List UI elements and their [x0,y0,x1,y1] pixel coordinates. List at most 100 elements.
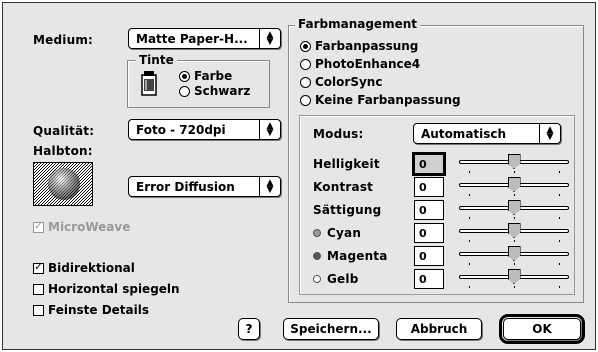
modus-value: Automatisch [421,126,507,141]
cancel-button-label: Abbruch [410,322,468,336]
modus-popup[interactable]: Automatisch ▲ ▼ [413,123,561,144]
slider-tick [514,217,515,219]
qualitaet-value: Foto - 720dpi [136,122,226,137]
slider-label-text: Helligkeit [313,157,380,171]
ok-button[interactable]: OK [499,314,585,344]
farb-option-label: ColorSync [315,75,383,89]
qualitaet-popup[interactable]: Foto - 720dpi ▲ ▼ [128,119,281,140]
slider-tick [559,240,560,242]
halbton-popup[interactable]: Error Diffusion ▲ ▼ [128,176,281,197]
ok-button-label: OK [532,322,552,336]
slider-label: Magenta [313,249,388,263]
radio-icon [300,76,311,88]
slider-thumb[interactable] [507,200,521,215]
option-checkbox-1[interactable]: Horizontal spiegeln [33,282,180,296]
slider-tick [469,263,470,265]
farbmanagement-title: Farbmanagement [295,17,420,31]
save-button[interactable]: Speichern... [283,318,379,340]
farb-radio-2[interactable]: ColorSync [300,75,382,89]
slider-tick [559,263,560,265]
medium-popup[interactable]: Matte Paper-H... ▲ ▼ [128,28,281,49]
slider-tick [514,286,515,288]
slider-tick [469,217,470,219]
slider-value-field[interactable]: 0 [414,223,444,243]
adjustment-slider[interactable] [459,245,569,267]
checkbox-icon: ✓ [33,262,44,274]
microweave-label: MicroWeave [48,220,131,234]
slider-value-field[interactable]: 0 [414,177,444,197]
checkbox-label: Feinste Details [48,303,150,317]
slider-tick [559,217,560,219]
adjustment-slider[interactable] [459,153,569,175]
adjustment-slider[interactable] [459,199,569,221]
slider-value-field[interactable]: 0 [414,246,444,266]
slider-label-text: Cyan [327,226,362,240]
slider-thumb[interactable] [507,223,521,238]
slider-tick [469,194,470,196]
slider-label: Cyan [313,226,361,240]
slider-label-text: Gelb [327,272,359,286]
slider-label-text: Sättigung [313,203,382,217]
slider-thumb[interactable] [507,246,521,261]
slider-tick [559,286,560,288]
medium-label: Medium: [33,33,94,47]
slider-tick [559,171,560,173]
popup-arrows-icon: ▲ ▼ [259,120,280,139]
slider-label: Kontrast [313,180,373,194]
slider-tick [469,240,470,242]
checkbox-icon [33,283,44,295]
medium-value: Matte Paper-H... [136,31,248,46]
tinte-title: Tinte [136,53,177,67]
slider-tick [514,263,515,265]
slider-thumb[interactable] [507,154,521,169]
farb-radio-3[interactable]: Keine Farbanpassung [300,93,461,107]
tinte-option-label: Farbe [194,69,233,83]
popup-arrows-icon: ▲ ▼ [259,177,280,196]
slider-tick [469,286,470,288]
print-options-dialog: Medium: Matte Paper-H... ▲ ▼ Tinte Farbe S… [2,2,596,350]
slider-label-text: Kontrast [313,180,374,194]
tinte-radio-1[interactable]: Schwarz [179,84,250,98]
popup-arrows-icon: ▲ ▼ [259,29,280,48]
slider-value-field[interactable]: 0 [414,200,444,220]
option-checkbox-0[interactable]: ✓ Bidirektional [33,261,135,275]
slider-label: Sättigung [313,203,381,217]
slider-thumb[interactable] [507,177,521,192]
slider-tick [514,171,515,173]
adjustment-slider[interactable] [459,222,569,244]
farb-radio-0[interactable]: Farbanpassung [300,39,418,53]
ink-cartridge-icon [139,69,159,97]
help-button[interactable]: ? [238,318,260,340]
halbton-value: Error Diffusion [136,179,235,194]
slider-label: Helligkeit [313,157,380,171]
tinte-radio-0[interactable]: Farbe [179,69,232,83]
tinte-option-label: Schwarz [194,84,251,98]
farb-option-label: PhotoEnhance4 [315,57,421,71]
slider-tick [514,240,515,242]
checkmark-icon: ✓ [33,221,44,233]
radio-icon [300,58,311,70]
halftone-preview-image [33,162,93,206]
farb-radio-1[interactable]: PhotoEnhance4 [300,57,420,71]
checkbox-label: Bidirektional [48,261,135,275]
popup-arrows-icon: ▲ ▼ [539,124,560,143]
checkbox-icon [33,304,44,316]
option-checkbox-2[interactable]: Feinste Details [33,303,149,317]
slider-tick [559,194,560,196]
save-button-label: Speichern... [290,322,372,336]
adjustment-slider[interactable] [459,268,569,290]
slider-value-field[interactable]: 0 [414,269,444,289]
color-dot-icon [313,229,321,237]
radio-icon [300,94,311,106]
slider-label-text: Magenta [327,249,388,263]
microweave-checkbox[interactable]: ✓ MicroWeave [33,220,130,234]
slider-value-field[interactable]: 0 [412,152,446,176]
slider-thumb[interactable] [507,269,521,284]
adjustment-slider[interactable] [459,176,569,198]
color-dot-icon [313,275,321,283]
radio-icon [179,70,190,82]
radio-icon [300,40,311,52]
cancel-button[interactable]: Abbruch [396,318,482,340]
color-dot-icon [313,252,321,260]
farb-option-label: Keine Farbanpassung [315,93,461,107]
